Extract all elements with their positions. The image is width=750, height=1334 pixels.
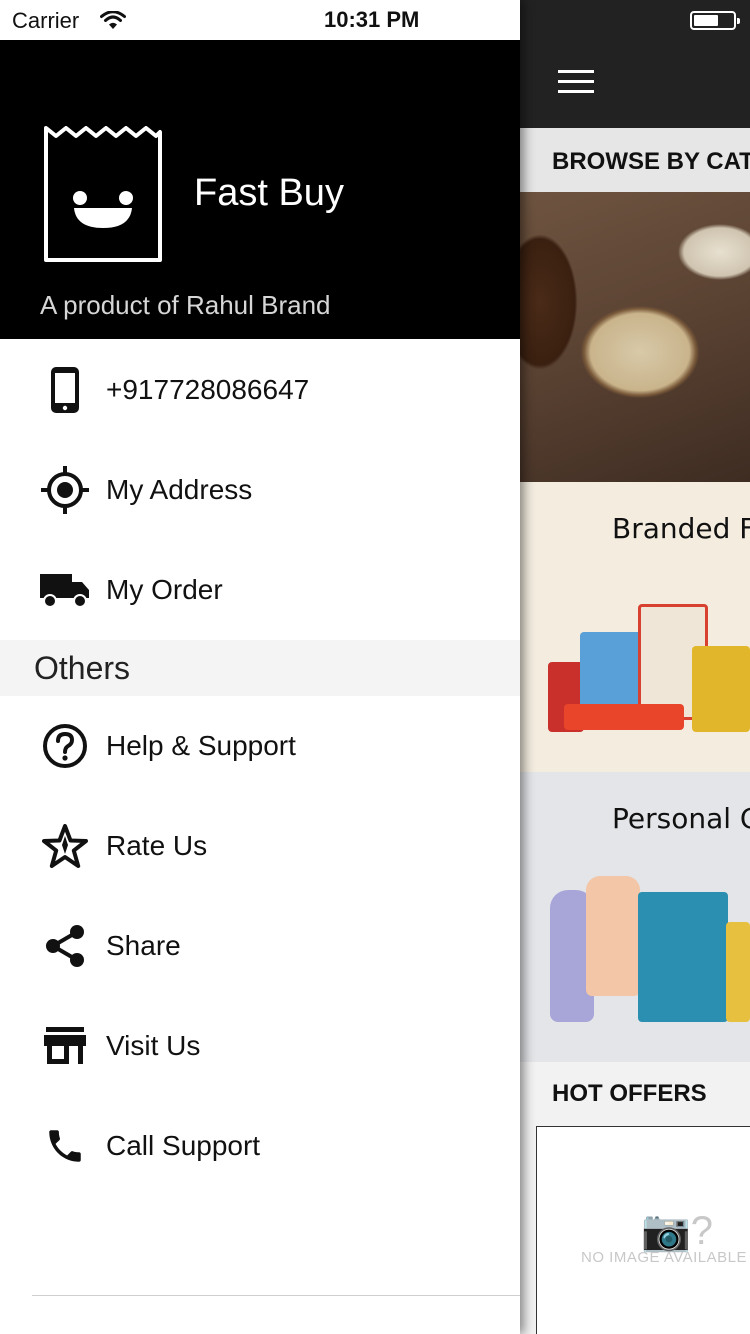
others-section-title: Others	[34, 650, 131, 686]
browse-by-category-title: BROWSE BY CATEGORY	[552, 148, 750, 175]
brand-name: Fast Buy	[194, 172, 344, 214]
truck-icon	[38, 566, 92, 614]
hot-offers-title: HOT OFFERS	[552, 1080, 707, 1107]
fast-buy-logo-icon	[44, 126, 162, 262]
menu-item-label: My Order	[106, 574, 223, 605]
status-bar: Carrier 10:31 PM	[0, 0, 520, 40]
browse-by-category-header: BROWSE BY CATEGORY	[520, 128, 750, 192]
category-title: Personal Care	[612, 802, 750, 835]
menu-item-label: My Address	[106, 474, 253, 505]
product-image	[692, 646, 750, 732]
category-card-branded-food[interactable]: Branded Food	[520, 482, 750, 772]
battery-icon	[690, 11, 740, 30]
call-icon	[38, 1122, 92, 1170]
menu-item-label: Call Support	[106, 1130, 261, 1161]
clock: 10:31 PM	[324, 7, 420, 32]
others-section-header: Others	[0, 640, 520, 696]
product-image	[586, 876, 640, 996]
no-image-label: NO IMAGE AVAILABLE	[581, 1249, 748, 1266]
store-icon	[38, 1022, 92, 1070]
drawer-header: Fast Buy A product of Rahul Brand	[0, 40, 520, 339]
menu-item-label: +917728086647	[106, 374, 310, 405]
menu-item-label: Rate Us	[106, 830, 208, 861]
product-image	[564, 704, 684, 730]
app-toolbar	[520, 0, 750, 128]
menu-item-help-support[interactable]: Help & Support	[0, 696, 520, 796]
menu-item-call-support[interactable]: Call Support	[0, 1096, 520, 1196]
hot-offer-card[interactable]: 📷? NO IMAGE AVAILABLE	[536, 1126, 750, 1334]
menu-icon[interactable]	[558, 70, 594, 94]
phone-icon	[38, 366, 92, 414]
location-icon	[38, 466, 92, 514]
menu-item-label: Visit Us	[106, 1030, 201, 1061]
menu-item-label: Share	[106, 930, 181, 961]
navigation-drawer: Carrier 10:31 PM Fast Buy A product of R…	[0, 0, 520, 1334]
brand-tagline: A product of Rahul Brand	[40, 290, 331, 320]
menu-item-share[interactable]: Share	[0, 896, 520, 996]
menu-item-label: Help & Support	[106, 730, 296, 761]
main-screen: BROWSE BY CATEGORY Branded Food Personal…	[520, 0, 750, 1334]
menu-item-rate-us[interactable]: Rate Us	[0, 796, 520, 896]
camera-icon: 📷?	[641, 1209, 714, 1253]
drawer-footer-divider	[32, 1295, 520, 1296]
menu-item-my-address[interactable]: My Address	[0, 440, 520, 540]
menu-item-my-order[interactable]: My Order	[0, 540, 520, 640]
menu-item-phone[interactable]: +917728086647	[0, 340, 520, 440]
product-image	[638, 892, 728, 1022]
product-image	[726, 922, 750, 1022]
help-icon	[38, 722, 92, 770]
carrier-label: Carrier	[12, 8, 80, 33]
category-card-spices[interactable]	[520, 192, 750, 482]
wifi-icon	[100, 11, 126, 29]
menu-item-visit-us[interactable]: Visit Us	[0, 996, 520, 1096]
share-icon	[38, 922, 92, 970]
category-card-personal-care[interactable]: Personal Care	[520, 772, 750, 1062]
category-title: Branded Food	[612, 512, 750, 545]
star-icon	[38, 822, 92, 870]
hot-offers-header: HOT OFFERS	[520, 1062, 750, 1126]
